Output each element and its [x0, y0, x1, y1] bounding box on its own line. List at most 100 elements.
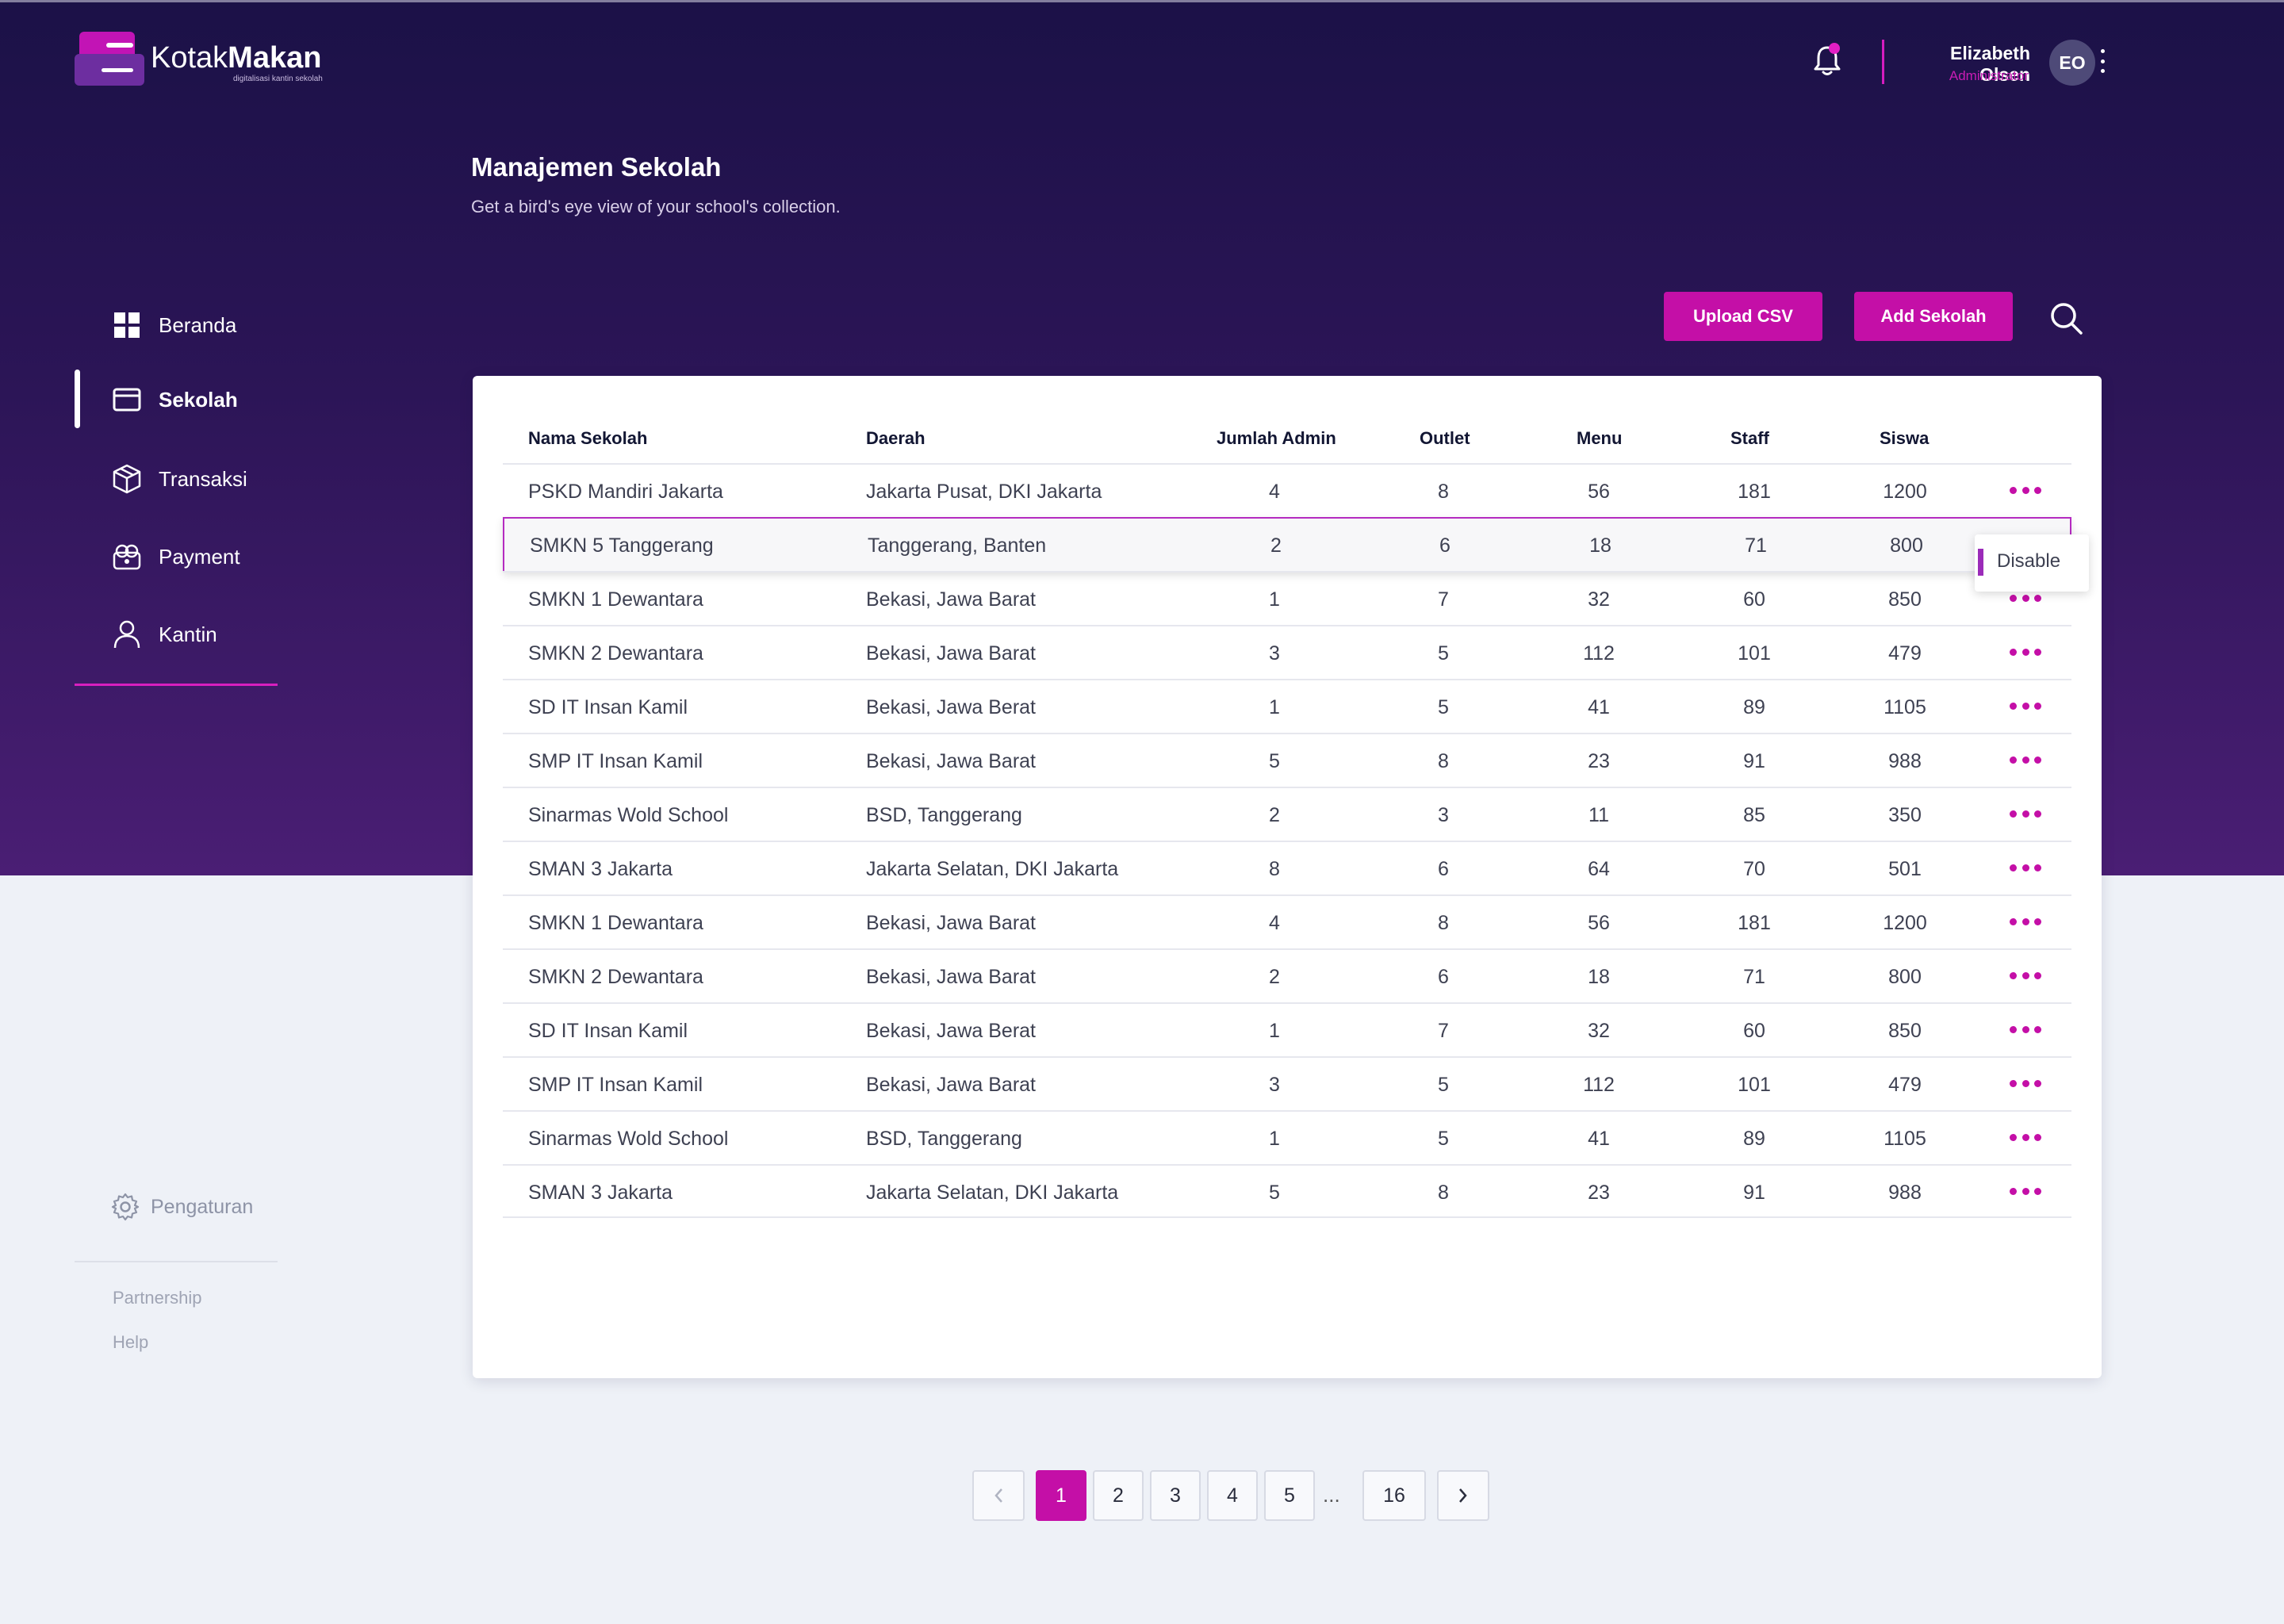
sidebar-item-beranda[interactable]: Beranda [75, 297, 281, 354]
row-menu-icon[interactable] [2010, 864, 2041, 872]
sidebar-item-pengaturan[interactable]: Pengaturan [111, 1193, 253, 1221]
cell-outlet: 8 [1438, 481, 1449, 503]
column-header-jumlah-admin[interactable]: Jumlah Admin [1217, 428, 1336, 449]
column-header-siswa[interactable]: Siswa [1880, 428, 1929, 449]
table-row[interactable]: SMP IT Insan Kamil Bekasi, Jawa Barat 3 5 11… [503, 1056, 2071, 1110]
row-menu-icon[interactable] [2010, 1134, 2041, 1142]
row-menu-icon[interactable] [2010, 649, 2041, 657]
settings-label: Pengaturan [151, 1195, 254, 1218]
upload-csv-button[interactable]: Upload CSV [1664, 292, 1822, 341]
cell-admin: 4 [1269, 912, 1280, 934]
table-row[interactable]: SMKN 5 Tanggerang Tanggerang, Banten 2 6 18 7… [503, 517, 2071, 573]
cell-daerah: Bekasi, Jawa Berat [866, 696, 1036, 718]
table-row[interactable]: Sinarmas Wold School BSD, Tanggerang 1 5 41 8… [503, 1110, 2071, 1164]
cell-staff: 85 [1743, 804, 1765, 826]
table-row[interactable]: SMKN 1 Dewantara Bekasi, Jawa Barat 4 8 56 18… [503, 894, 2071, 948]
sidebar-item-kantin[interactable]: Kantin [75, 606, 281, 663]
cell-menu: 112 [1583, 1074, 1615, 1096]
sidebar-divider-bottom [75, 1261, 278, 1262]
table-row[interactable]: SD IT Insan Kamil Bekasi, Jawa Berat 1 7 32 6… [503, 1002, 2071, 1056]
column-header-nama[interactable]: Nama Sekolah [528, 428, 647, 449]
menu-item-indicator [1978, 549, 1983, 576]
cell-staff: 91 [1743, 750, 1765, 772]
sidebar-item-transaksi[interactable]: Transaksi [75, 450, 281, 508]
pagination-ellipsis: ... [1323, 1483, 1340, 1507]
table-row[interactable]: SD IT Insan Kamil Bekasi, Jawa Berat 1 5 41 8… [503, 679, 2071, 733]
cell-siswa: 501 [1888, 858, 1922, 880]
row-menu-icon[interactable] [2010, 1188, 2041, 1196]
search-icon[interactable] [2048, 300, 2084, 336]
cell-admin: 2 [1269, 966, 1280, 988]
column-header-menu[interactable]: Menu [1577, 428, 1622, 449]
cell-menu: 64 [1588, 858, 1610, 880]
cell-outlet: 6 [1439, 534, 1450, 557]
row-menu-icon[interactable] [2010, 595, 2041, 603]
table-header: Nama Sekolah Daerah Jumlah Admin Outlet … [473, 376, 2102, 465]
page-button-last[interactable]: 16 [1362, 1470, 1426, 1521]
cell-daerah: Bekasi, Jawa Barat [866, 588, 1036, 611]
sidebar-item-payment[interactable]: Payment [75, 528, 281, 585]
brand-name: KotakMakan [151, 41, 322, 75]
table-row[interactable]: SMAN 3 Jakarta Jakarta Selatan, DKI Jakar… [503, 841, 2071, 894]
help-link[interactable]: Help [113, 1332, 148, 1353]
avatar[interactable]: EO [2049, 40, 2095, 86]
row-menu-icon[interactable] [2010, 487, 2041, 495]
disable-menu-item[interactable]: Disable [1997, 550, 2060, 573]
cell-admin: 5 [1269, 750, 1280, 772]
cell-nama: SMP IT Insan Kamil [528, 750, 703, 772]
row-menu-icon[interactable] [2010, 703, 2041, 710]
add-sekolah-button[interactable]: Add Sekolah [1854, 292, 2013, 341]
cell-daerah: Bekasi, Jawa Barat [866, 642, 1036, 665]
cell-siswa: 988 [1888, 750, 1922, 772]
cell-outlet: 5 [1438, 696, 1449, 718]
prev-page-button[interactable] [972, 1470, 1025, 1521]
page-button-2[interactable]: 2 [1093, 1470, 1144, 1521]
user-menu-icon[interactable] [2099, 49, 2106, 73]
page-button-5[interactable]: 5 [1264, 1470, 1315, 1521]
cell-nama: SMKN 5 Tanggerang [530, 534, 714, 557]
table-row[interactable]: SMKN 2 Dewantara Bekasi, Jawa Barat 2 6 18 71… [503, 948, 2071, 1002]
column-header-outlet[interactable]: Outlet [1420, 428, 1470, 449]
row-menu-icon[interactable] [2010, 918, 2041, 926]
row-menu-icon[interactable] [2010, 1026, 2041, 1034]
row-action-menu: Disable [1975, 534, 2089, 592]
column-header-daerah[interactable]: Daerah [866, 428, 925, 449]
cell-siswa: 1200 [1883, 912, 1927, 934]
cell-admin: 8 [1269, 858, 1280, 880]
sidebar-item-label: Payment [159, 544, 240, 569]
table-row[interactable]: SMKN 1 Dewantara Bekasi, Jawa Barat 1 7 32 60… [503, 571, 2071, 625]
page-button-3[interactable]: 3 [1150, 1470, 1201, 1521]
cell-daerah: Bekasi, Jawa Berat [866, 1020, 1036, 1042]
row-menu-icon[interactable] [2010, 810, 2041, 818]
row-menu-icon[interactable] [2010, 972, 2041, 980]
notification-badge [1829, 43, 1840, 54]
brand-logo[interactable]: KotakMakan digitalisasi kantin sekolah [75, 30, 323, 86]
table-row[interactable]: Sinarmas Wold School BSD, Tanggerang 2 3 11 8… [503, 787, 2071, 841]
column-header-staff[interactable]: Staff [1730, 428, 1769, 449]
cell-nama: PSKD Mandiri Jakarta [528, 481, 723, 503]
table-row[interactable]: SMAN 3 Jakarta Jakarta Selatan, DKI Jakar… [503, 1164, 2071, 1218]
row-menu-icon[interactable] [2010, 1080, 2041, 1088]
cell-outlet: 8 [1438, 1182, 1449, 1204]
cell-admin: 3 [1269, 1074, 1280, 1096]
table-row[interactable]: PSKD Mandiri Jakarta Jakarta Pusat, DKI J… [503, 463, 2071, 517]
sidebar-item-sekolah[interactable]: Sekolah [75, 371, 281, 428]
page-button-4[interactable]: 4 [1207, 1470, 1258, 1521]
cell-menu: 56 [1588, 912, 1610, 934]
page-button-1[interactable]: 1 [1036, 1470, 1086, 1521]
wallet-icon [111, 541, 143, 573]
cell-siswa: 1200 [1883, 481, 1927, 503]
cell-admin: 1 [1269, 588, 1280, 611]
partnership-link[interactable]: Partnership [113, 1288, 202, 1308]
cell-menu: 32 [1588, 1020, 1610, 1042]
cell-daerah: BSD, Tanggerang [866, 1128, 1022, 1150]
cell-nama: SMKN 1 Dewantara [528, 912, 703, 934]
sidebar-item-label: Transaksi [159, 466, 247, 491]
cell-daerah: Bekasi, Jawa Barat [866, 750, 1036, 772]
table-row[interactable]: SMKN 2 Dewantara Bekasi, Jawa Barat 3 5 112 1… [503, 625, 2071, 679]
top-border [0, 0, 2284, 2]
cell-menu: 11 [1588, 804, 1609, 826]
table-row[interactable]: SMP IT Insan Kamil Bekasi, Jawa Barat 5 8 23… [503, 733, 2071, 787]
next-page-button[interactable] [1437, 1470, 1489, 1521]
row-menu-icon[interactable] [2010, 756, 2041, 764]
